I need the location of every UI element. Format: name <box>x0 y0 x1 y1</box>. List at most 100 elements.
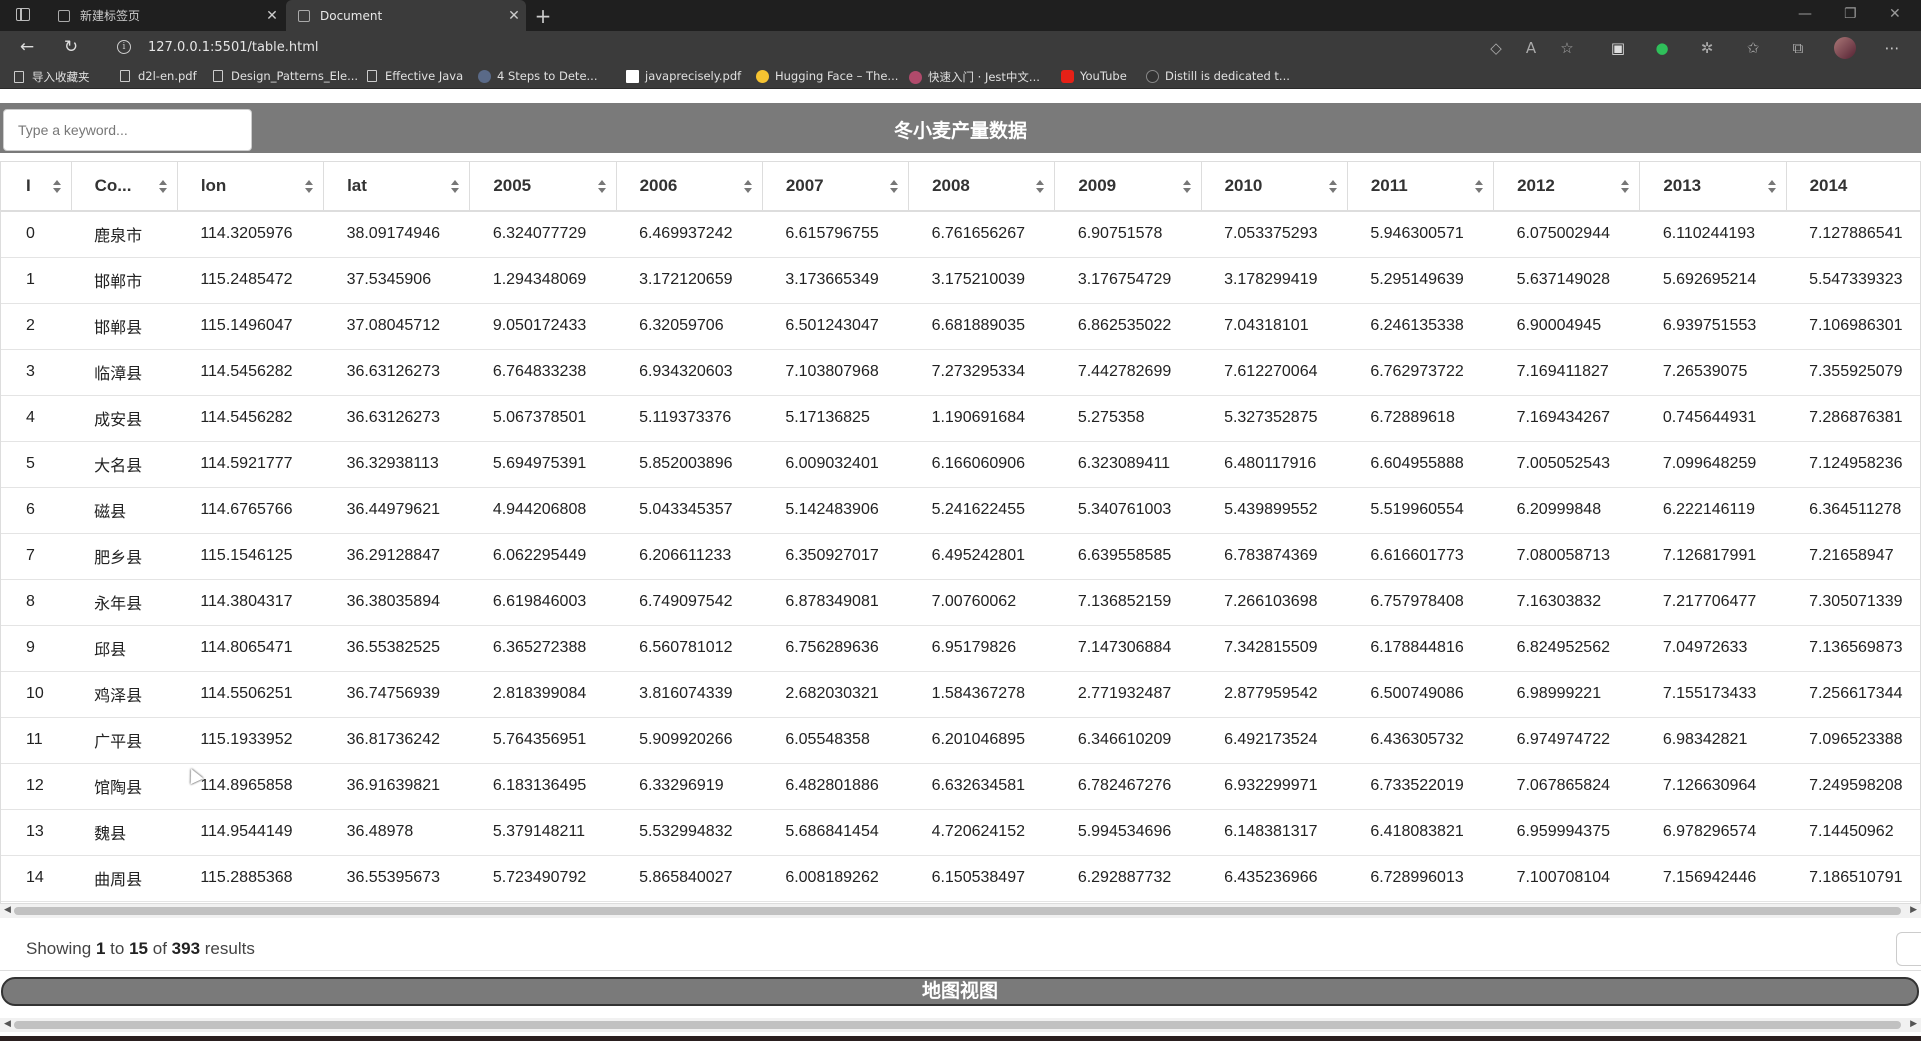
column-header[interactable]: 2005 <box>469 162 617 212</box>
scroll-right-icon[interactable]: ▶ <box>1910 1019 1917 1029</box>
site-info-icon[interactable]: i <box>117 40 131 54</box>
tab-document[interactable]: Document ✕ <box>286 0 526 31</box>
table-cell: 36.63126273 <box>323 349 470 396</box>
table-row[interactable]: 3 临漳县 114.5456282 36.63126273 6.764833238 6.9… <box>1 349 1920 396</box>
extensions-icon[interactable]: ✲ <box>1697 39 1717 57</box>
bookmark-item[interactable]: Effective Java <box>367 69 463 83</box>
scroll-left-icon[interactable]: ◀ <box>4 1019 11 1029</box>
table-cell: 6.292887732 <box>1054 855 1202 902</box>
tab-actions-icon[interactable] <box>16 8 30 21</box>
column-header[interactable]: Co... <box>71 162 178 212</box>
new-tab-icon[interactable]: + <box>532 4 554 28</box>
table-cell: 5.519960554 <box>1347 487 1494 534</box>
read-aloud-icon[interactable]: A <box>1521 39 1541 57</box>
scrollbar-thumb[interactable] <box>14 1021 1901 1029</box>
column-header[interactable]: 2011 <box>1347 162 1495 212</box>
table-cell: 36.55382525 <box>323 625 470 672</box>
bookmark-item[interactable]: javaprecisely.pdf <box>626 69 741 83</box>
sort-icon[interactable] <box>890 180 899 194</box>
column-header[interactable]: 2013 <box>1639 162 1787 212</box>
bookmark-label: Hugging Face – The... <box>775 69 899 83</box>
bookmark-import[interactable]: 导入收藏夹 <box>14 69 90 85</box>
sort-icon[interactable] <box>1767 180 1776 194</box>
column-header[interactable]: 2010 <box>1201 162 1348 212</box>
grammarly-icon[interactable]: ● <box>1652 39 1672 57</box>
table-cell: 5.142483906 <box>762 487 909 534</box>
column-header[interactable]: 2014 <box>1786 162 1920 212</box>
close-icon[interactable]: ✕ <box>502 8 526 24</box>
scrollbar-thumb[interactable] <box>14 907 1901 915</box>
column-header[interactable]: lon <box>177 162 325 212</box>
sort-icon[interactable] <box>158 180 167 194</box>
sort-icon[interactable] <box>743 180 752 194</box>
column-header[interactable]: lat <box>323 162 471 212</box>
table-row[interactable]: 14 曲周县 115.2885368 36.55395673 5.723490792 5.… <box>1 855 1920 902</box>
table-row[interactable]: 0 鹿泉市 114.3205976 38.09174946 6.324077729 6.4… <box>1 211 1920 258</box>
address-bar[interactable]: 127.0.0.1:5501/table.html <box>148 40 319 55</box>
favorites-icon[interactable]: ✩ <box>1743 39 1763 57</box>
pagination-control[interactable] <box>1896 932 1921 966</box>
taskbar-edge <box>0 1036 1921 1041</box>
table-row[interactable]: 11 广平县 115.1933952 36.81736242 5.764356951 5.… <box>1 717 1920 764</box>
close-icon[interactable]: ✕ <box>260 8 284 24</box>
column-header[interactable]: 2008 <box>908 162 1056 212</box>
column-header[interactable]: I <box>1 162 72 212</box>
table-row[interactable]: 13 魏县 114.9544149 36.48978 5.379148211 5.5329… <box>1 809 1920 856</box>
bookmark-item[interactable]: Design_Patterns_Ele... <box>213 69 358 83</box>
sort-icon[interactable] <box>1036 180 1045 194</box>
table-row[interactable]: 2 邯郸县 115.1496047 37.08045712 9.050172433 6.3… <box>1 303 1920 350</box>
close-window-icon[interactable]: ✕ <box>1889 6 1901 22</box>
sort-icon[interactable] <box>305 180 314 194</box>
table-cell: 7.266103698 <box>1201 579 1348 626</box>
favorite-add-icon[interactable]: ☆ <box>1557 39 1577 57</box>
map-view-button[interactable]: 地图视图 <box>1 977 1919 1006</box>
tab-new-tab-page[interactable]: 新建标签页 ✕ <box>46 0 284 31</box>
scroll-right-icon[interactable]: ▶ <box>1910 905 1917 915</box>
table-row[interactable]: 5 大名县 114.5921777 36.32938113 5.694975391 5.8… <box>1 441 1920 488</box>
minimize-icon[interactable]: — <box>1798 6 1812 22</box>
more-icon[interactable]: ⋯ <box>1882 39 1902 57</box>
column-header-label: 2005 <box>493 176 532 195</box>
column-header[interactable]: 2006 <box>616 162 763 212</box>
sort-icon[interactable] <box>1328 180 1337 194</box>
table-row[interactable]: 8 永年县 114.3804317 36.38035894 6.619846003 6.7… <box>1 579 1920 626</box>
profile-avatar[interactable] <box>1834 37 1856 59</box>
collections-icon[interactable]: ⧉ <box>1788 39 1808 57</box>
tracking-icon[interactable]: ◇ <box>1486 39 1506 57</box>
table-cell: 36.55395673 <box>323 855 470 902</box>
sort-icon[interactable] <box>597 180 606 194</box>
sort-icon[interactable] <box>1621 180 1630 194</box>
column-header[interactable]: 2012 <box>1493 162 1641 212</box>
bookmark-item[interactable]: YouTube <box>1061 69 1127 83</box>
table-row[interactable]: 9 邱县 114.8065471 36.55382525 6.365272388 6.56… <box>1 625 1920 672</box>
table-row[interactable]: 10 鸡泽县 114.5506251 36.74756939 2.818399084 3.… <box>1 671 1920 718</box>
extension-icon[interactable]: ▣ <box>1608 39 1628 57</box>
table-cell: 5.340761003 <box>1054 487 1202 534</box>
page-horizontal-scrollbar[interactable]: ◀ ▶ <box>0 1018 1921 1032</box>
table-horizontal-scrollbar[interactable]: ◀ ▶ <box>0 904 1921 918</box>
bookmark-item[interactable]: d2l-en.pdf <box>120 69 197 83</box>
column-header-label: 2013 <box>1663 176 1702 195</box>
sort-icon[interactable] <box>1182 180 1191 194</box>
bookmark-item[interactable]: 4 Steps to Dete... <box>478 69 598 83</box>
table-row[interactable]: 1 邯郸市 115.2485472 37.5345906 1.294348069 3.17… <box>1 257 1920 304</box>
table-cell: 6.615796755 <box>762 211 909 258</box>
table-row[interactable]: 6 磁县 114.6765766 36.44979621 4.944206808 5.04… <box>1 487 1920 534</box>
scroll-left-icon[interactable]: ◀ <box>4 905 11 915</box>
refresh-icon[interactable]: ↻ <box>60 37 82 57</box>
table-row[interactable]: 12 馆陶县 114.8965858 36.91639821 6.183136495 6.… <box>1 763 1920 810</box>
sort-icon[interactable] <box>451 180 460 194</box>
restore-icon[interactable]: ❐ <box>1844 6 1857 22</box>
table-row[interactable]: 7 肥乡县 115.1546125 36.29128847 6.062295449 6.2… <box>1 533 1920 580</box>
sort-icon[interactable] <box>1475 180 1484 194</box>
page-icon <box>120 70 130 82</box>
column-header[interactable]: 2009 <box>1054 162 1202 212</box>
table-cell: 6.480117916 <box>1201 441 1348 488</box>
bookmark-item[interactable]: Distill is dedicated t... <box>1146 69 1290 83</box>
bookmark-item[interactable]: 快速入门 · Jest中文... <box>909 69 1040 85</box>
back-icon[interactable]: ← <box>16 37 38 57</box>
sort-icon[interactable] <box>52 180 61 194</box>
bookmark-item[interactable]: Hugging Face – The... <box>756 69 898 83</box>
column-header[interactable]: 2007 <box>762 162 910 212</box>
table-row[interactable]: 4 成安县 114.5456282 36.63126273 5.067378501 5.1… <box>1 395 1920 442</box>
